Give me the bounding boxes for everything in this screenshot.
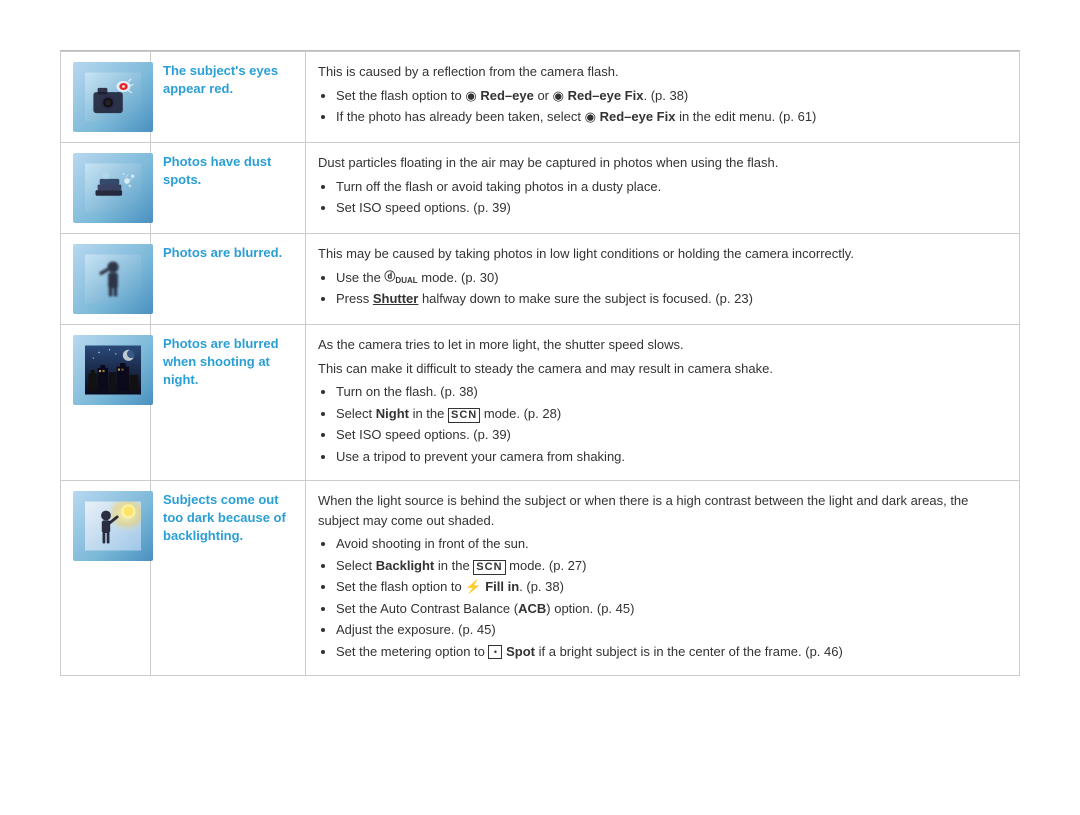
table-row: Photos are blurred. This may be caused by… [61,234,1020,325]
faq-bullet-item: Set the flash option to ⚡ Fill in. (p. 3… [336,577,1007,597]
faq-image-cell [61,325,151,481]
faq-label-night: Photos are blurred when shooting at nigh… [163,336,279,387]
faq-image-red-eye [73,62,153,132]
faq-bullet-item: Select Backlight in the SCN mode. (p. 27… [336,556,1007,576]
faq-bullet-list: Set the flash option to ◉ Red–eye or ◉ R… [336,86,1007,127]
faq-image-cell [61,481,151,676]
faq-desc-line: As the camera tries to let in more light… [318,335,1007,355]
faq-desc-line: This may be caused by taking photos in l… [318,244,1007,264]
faq-desc-line: This is caused by a reflection from the … [318,62,1007,82]
faq-image-backlight [73,491,153,561]
faq-desc-cell: As the camera tries to let in more light… [306,325,1020,481]
faq-bullet-item: Set the Auto Contrast Balance (ACB) opti… [336,599,1007,619]
faq-image-cell [61,234,151,325]
faq-bullet-item: If the photo has already been taken, sel… [336,107,1007,127]
faq-image-cell [61,143,151,234]
faq-image-cell [61,52,151,143]
faq-label-cell: Subjects come out too dark because of ba… [151,481,306,676]
faq-image-blurred [73,244,153,314]
faq-desc-cell: This is caused by a reflection from the … [306,52,1020,143]
faq-desc-line: Dust particles floating in the air may b… [318,153,1007,173]
faq-label-red-eye: The subject's eyes appear red. [163,63,278,96]
faq-bullet-item: Adjust the exposure. (p. 45) [336,620,1007,640]
faq-bullet-item: Set the metering option to • Spot if a b… [336,642,1007,662]
faq-bullet-item: Turn off the flash or avoid taking photo… [336,177,1007,197]
faq-bullet-list: Turn on the flash. (p. 38)Select Night i… [336,382,1007,466]
faq-bullet-item: Avoid shooting in front of the sun. [336,534,1007,554]
faq-label-cell: Photos are blurred. [151,234,306,325]
faq-label-cell: Photos have dust spots. [151,143,306,234]
table-row: Subjects come out too dark because of ba… [61,481,1020,676]
faq-bullet-item: Set ISO speed options. (p. 39) [336,425,1007,445]
faq-image-night [73,335,153,405]
faq-desc-line: This can make it difficult to steady the… [318,359,1007,379]
table-row: The subject's eyes appear red. This is ca… [61,52,1020,143]
faq-bullet-list: Avoid shooting in front of the sun.Selec… [336,534,1007,661]
faq-label-cell: The subject's eyes appear red. [151,52,306,143]
faq-bullet-list: Turn off the flash or avoid taking photo… [336,177,1007,218]
footer [60,694,1020,709]
faq-bullet-item: Press Shutter halfway down to make sure … [336,289,1007,309]
faq-label-cell: Photos are blurred when shooting at nigh… [151,325,306,481]
table-row: Photos are blurred when shooting at nigh… [61,325,1020,481]
faq-image-dust [73,153,153,223]
faq-label-blurred: Photos are blurred. [163,245,282,260]
faq-desc-cell: This may be caused by taking photos in l… [306,234,1020,325]
faq-bullet-item: Select Night in the SCN mode. (p. 28) [336,404,1007,424]
faq-bullet-item: Set the flash option to ◉ Red–eye or ◉ R… [336,86,1007,106]
faq-bullet-item: Turn on the flash. (p. 38) [336,382,1007,402]
faq-bullet-item: Use the ⓓDUAL mode. (p. 30) [336,268,1007,288]
faq-table: The subject's eyes appear red. This is ca… [60,51,1020,676]
faq-bullet-item: Set ISO speed options. (p. 39) [336,198,1007,218]
faq-desc-line: When the light source is behind the subj… [318,491,1007,530]
table-row: Photos have dust spots. Dust particles fl… [61,143,1020,234]
faq-label-backlight: Subjects come out too dark because of ba… [163,492,286,543]
faq-bullet-list: Use the ⓓDUAL mode. (p. 30)Press Shutter… [336,268,1007,309]
faq-label-dust: Photos have dust spots. [163,154,271,187]
faq-bullet-item: Use a tripod to prevent your camera from… [336,447,1007,467]
faq-desc-cell: When the light source is behind the subj… [306,481,1020,676]
faq-desc-cell: Dust particles floating in the air may b… [306,143,1020,234]
